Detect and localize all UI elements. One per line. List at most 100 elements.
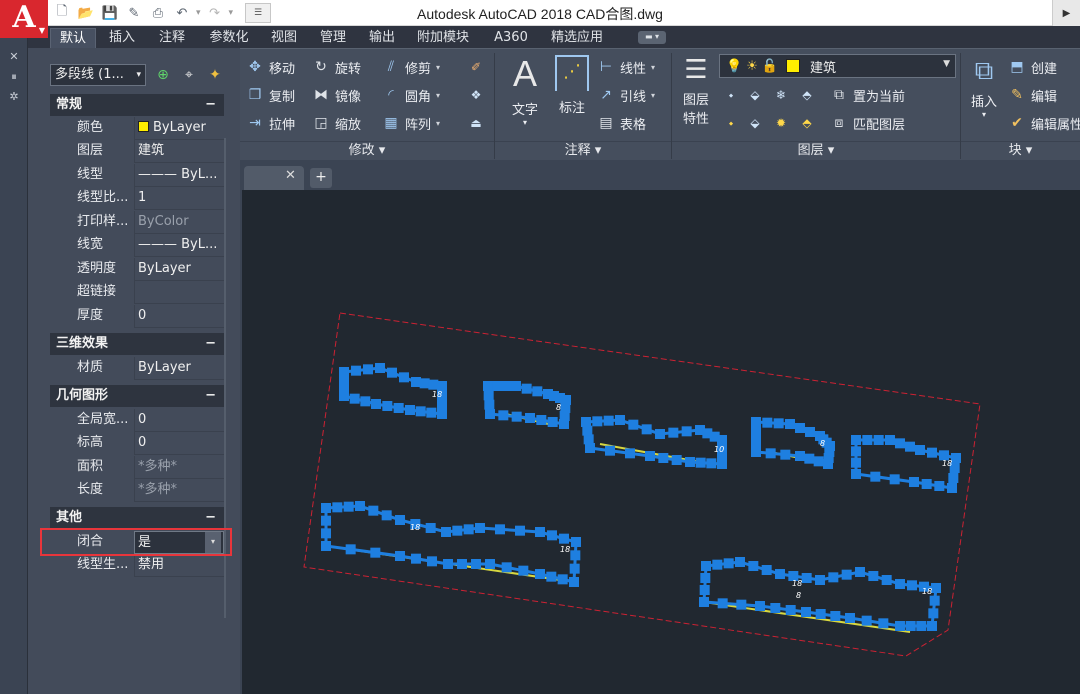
property-row-linetype-scale[interactable]: 线型比... 1 — [50, 187, 224, 210]
ribbon-options-icon[interactable]: ▬ ▾ — [638, 31, 666, 44]
trim-button[interactable]: ⫽ 修剪 ▾ — [382, 56, 440, 78]
layer-unlock-icon[interactable]: ⬘ — [798, 115, 816, 131]
layer-on-icon[interactable]: ⬩ — [722, 115, 740, 131]
modify-group-label[interactable]: 修改 ▾ — [240, 141, 494, 161]
layer-properties-button[interactable]: ☰ 图层 特性 — [677, 55, 715, 127]
chevron-down-icon[interactable]: ▾ — [651, 63, 655, 72]
property-value[interactable]: ByLayer — [134, 117, 224, 140]
property-row-thickness[interactable]: 厚度 0 — [50, 305, 224, 328]
layer-freeze-icon[interactable]: ❄ — [772, 87, 790, 103]
leader-button[interactable]: ↗ 引线 ▾ — [597, 84, 655, 106]
property-row-linetype-generation[interactable]: 线型生... 禁用 — [50, 554, 224, 577]
collapse-icon[interactable]: − — [205, 333, 216, 355]
rotate-button[interactable]: ↻ 旋转 — [312, 56, 361, 78]
dimension-button[interactable]: ⋰ 标注 — [550, 55, 594, 116]
chevron-down-icon[interactable]: ▾ — [651, 91, 655, 100]
auto-hide-icon[interactable]: ⏸ — [0, 70, 28, 86]
annotation-group-label[interactable]: 注释 ▾ — [495, 141, 671, 161]
collapse-icon[interactable]: − — [205, 507, 216, 529]
tab-featured-apps[interactable]: 精选应用 — [544, 28, 610, 48]
mirror-button[interactable]: ⧓ 镜像 — [312, 84, 361, 106]
property-value[interactable]: 禁用 — [134, 554, 224, 577]
property-value[interactable]: 1 — [134, 187, 224, 210]
chevron-down-icon[interactable]: ▾ — [436, 63, 440, 72]
layer-unisolate-icon[interactable]: ⬙ — [746, 115, 764, 131]
select-objects-icon[interactable]: ⌖ — [180, 66, 198, 84]
title-scroll-right-icon[interactable]: ▶ — [1052, 0, 1080, 26]
property-row-hyperlink[interactable]: 超链接 — [50, 281, 224, 304]
layer-isolate-icon[interactable]: ⬙ — [746, 87, 764, 103]
palette-settings-icon[interactable]: ✲ — [0, 90, 28, 106]
property-row-transparency[interactable]: 透明度 ByLayer — [50, 258, 224, 281]
tab-output[interactable]: 输出 — [362, 28, 402, 48]
collapse-icon[interactable]: − — [205, 94, 216, 116]
edit-block-button[interactable]: ✎ 编辑 — [1008, 84, 1057, 106]
create-block-button[interactable]: ⬒ 创建 — [1008, 56, 1057, 78]
close-icon[interactable]: ✕ — [0, 50, 28, 66]
property-value[interactable]: 0 — [134, 305, 224, 328]
collapse-icon[interactable]: − — [205, 385, 216, 407]
tab-a360[interactable]: A360 — [486, 28, 536, 48]
object-type-select[interactable]: 多段线 (1... ▾ — [50, 64, 146, 86]
section-3d-effects[interactable]: 三维效果 − — [50, 333, 224, 355]
block-group-label[interactable]: 块 ▾ — [961, 141, 1080, 161]
table-button[interactable]: ▤ 表格 — [597, 112, 646, 134]
section-misc[interactable]: 其他 − — [50, 507, 224, 529]
drawing-tab[interactable]: ✕ — [244, 166, 304, 190]
property-row-length[interactable]: 长度 *多种* — [50, 479, 224, 502]
move-button[interactable]: ✥ 移动 — [246, 56, 295, 78]
tab-insert[interactable]: 插入 — [104, 28, 140, 48]
property-value[interactable]: 0 — [134, 409, 224, 432]
toggle-pickadd-icon[interactable]: ⊕ — [154, 66, 172, 84]
property-value[interactable]: ByLayer — [134, 258, 224, 281]
property-value[interactable]: ——— ByL... — [134, 164, 224, 187]
layer-off-icon[interactable]: ⬩ — [722, 87, 740, 103]
copy-button[interactable]: ❐ 复制 — [246, 84, 295, 106]
layers-group-label[interactable]: 图层 ▾ — [672, 141, 960, 161]
linear-button[interactable]: ⊢ 线性 ▾ — [597, 56, 655, 78]
property-value[interactable] — [134, 281, 224, 304]
property-value[interactable]: ——— ByL... — [134, 234, 224, 257]
property-row-lineweight[interactable]: 线宽 ——— ByL... — [50, 234, 224, 257]
property-value[interactable]: 建筑 — [134, 140, 224, 163]
tab-view[interactable]: 视图 — [264, 28, 304, 48]
property-row-linetype[interactable]: 线型 ——— ByL... — [50, 164, 224, 187]
property-row-material[interactable]: 材质 ByLayer — [50, 357, 224, 380]
tab-manage[interactable]: 管理 — [313, 28, 353, 48]
scale-button[interactable]: ◲ 缩放 — [312, 112, 361, 134]
tab-parametric[interactable]: 参数化 — [204, 28, 254, 48]
tab-home[interactable]: 默认 — [50, 28, 96, 48]
property-value[interactable]: 0 — [134, 432, 224, 455]
tab-annotate[interactable]: 注释 — [152, 28, 192, 48]
array-button[interactable]: ▦ 阵列 ▾ — [382, 112, 440, 134]
property-row-global-width[interactable]: 全局宽... 0 — [50, 409, 224, 432]
fillet-button[interactable]: ◜ 圆角 ▾ — [382, 84, 440, 106]
chevron-down-icon[interactable]: ▾ — [436, 91, 440, 100]
quick-select-icon[interactable]: ✦ — [206, 66, 224, 84]
drawing-canvas[interactable]: 18 8 10 8 18 18 18 18 8 18 — [242, 190, 1080, 694]
property-row-layer[interactable]: 图层 建筑 — [50, 140, 224, 163]
make-current-button[interactable]: ⧉ 置为当前 — [830, 84, 905, 106]
layer-thaw-icon[interactable]: ✹ — [772, 115, 790, 131]
tab-addins[interactable]: 附加模块 — [410, 28, 476, 48]
section-geometry[interactable]: 几何图形 − — [50, 385, 224, 407]
new-drawing-tab-button[interactable]: + — [310, 168, 332, 188]
layer-select[interactable]: 💡 ☀ 🔓 建筑 ▼ — [719, 54, 956, 78]
property-row-plot-style[interactable]: 打印样... ByColor — [50, 211, 224, 234]
property-row-color[interactable]: 颜色 ByLayer — [50, 117, 224, 140]
property-row-area[interactable]: 面积 *多种* — [50, 456, 224, 479]
application-menu-button[interactable]: A ▼ — [0, 0, 48, 38]
property-row-elevation[interactable]: 标高 0 — [50, 432, 224, 455]
insert-block-button[interactable]: ⧉ 插入 ▾ — [964, 55, 1004, 119]
text-button[interactable]: A 文字 ▾ — [502, 55, 548, 128]
layer-lock-icon[interactable]: ⬘ — [798, 87, 816, 103]
close-tab-icon[interactable]: ✕ — [285, 168, 296, 183]
edit-attributes-button[interactable]: ✔ 编辑属性 — [1008, 112, 1080, 134]
property-value[interactable]: ByLayer — [134, 357, 224, 380]
explode-icon[interactable]: ❖ — [467, 87, 485, 103]
offset-icon[interactable]: ⏏ — [467, 115, 485, 131]
erase-icon[interactable]: ✐ — [467, 59, 485, 75]
match-layer-button[interactable]: ⧈ 匹配图层 — [830, 112, 905, 134]
property-value[interactable]: ByColor — [134, 211, 224, 234]
stretch-button[interactable]: ⇥ 拉伸 — [246, 112, 295, 134]
